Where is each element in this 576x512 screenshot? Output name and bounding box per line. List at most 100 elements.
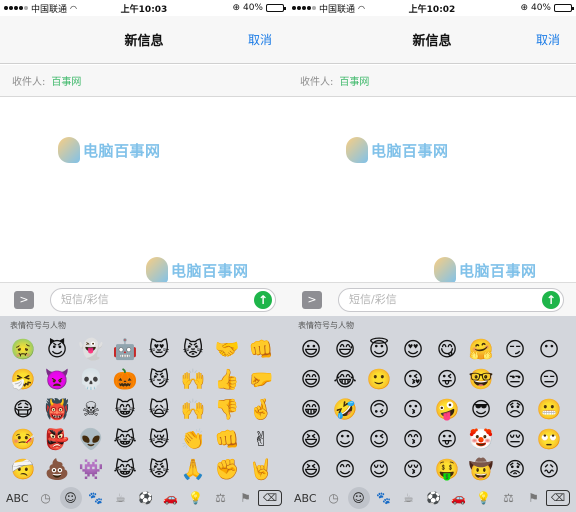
emoji-key[interactable]: 😷 xyxy=(6,394,40,424)
emoji-key[interactable]: 🙄 xyxy=(532,424,566,454)
smile-icon[interactable]: ☺ xyxy=(59,487,82,509)
emoji-key[interactable]: 😟 xyxy=(498,454,532,484)
emoji-key[interactable]: 😆 xyxy=(294,454,328,484)
emoji-key[interactable]: 😖 xyxy=(532,454,566,484)
emoji-key[interactable]: 😹 xyxy=(108,454,142,484)
emoji-key[interactable]: 😈 xyxy=(40,334,74,364)
sport-icon[interactable]: ⚽ xyxy=(423,487,445,509)
clock-icon[interactable]: ◷ xyxy=(323,487,345,509)
emoji-key[interactable]: 🙌 xyxy=(176,364,210,394)
emoji-key[interactable]: 👽 xyxy=(74,424,108,454)
emoji-key[interactable]: 😑 xyxy=(532,364,566,394)
emoji-key[interactable]: 🤛 xyxy=(244,364,278,394)
emoji-key[interactable]: 🤡 xyxy=(464,424,498,454)
send-button[interactable]: ↑ xyxy=(542,290,560,309)
emoji-key[interactable]: 😊 xyxy=(328,454,362,484)
bulb-icon[interactable]: 💡 xyxy=(473,487,495,509)
emoji-key[interactable]: 😂 xyxy=(328,364,362,394)
expand-apps-button[interactable]: > xyxy=(302,290,322,309)
emoji-key[interactable]: 👻 xyxy=(74,334,108,364)
delete-icon[interactable]: ⌫ xyxy=(546,490,570,506)
message-input[interactable] xyxy=(339,293,529,306)
emoji-key[interactable]: 😎 xyxy=(464,394,498,424)
emoji-key[interactable]: ☠ xyxy=(74,394,108,424)
emoji-key[interactable]: 👾 xyxy=(74,454,108,484)
expand-apps-button[interactable]: > xyxy=(14,290,34,309)
emoji-key[interactable]: 👏 xyxy=(176,424,210,454)
message-field[interactable]: ↑ xyxy=(50,287,276,312)
message-input[interactable] xyxy=(51,293,241,306)
delete-icon[interactable]: ⌫ xyxy=(258,490,282,506)
emoji-key[interactable]: 💩 xyxy=(40,454,74,484)
emoji-key[interactable]: 😃 xyxy=(294,334,328,364)
emoji-key[interactable]: 🙌 xyxy=(176,394,210,424)
emoji-key[interactable]: 🤠 xyxy=(464,454,498,484)
abc-button[interactable]: ABC xyxy=(294,492,317,505)
cancel-button[interactable]: 取消 xyxy=(248,31,272,48)
emoji-key[interactable]: 😬 xyxy=(532,394,566,424)
emoji-key[interactable]: 😍 xyxy=(396,334,430,364)
emoji-key[interactable]: 🤧 xyxy=(6,364,40,394)
symbol-icon[interactable]: ⚖ xyxy=(498,487,520,509)
emoji-key[interactable]: 🤣 xyxy=(328,394,362,424)
food-icon[interactable]: ☕ xyxy=(398,487,420,509)
emoji-key[interactable]: 🤒 xyxy=(6,424,40,454)
emoji-key[interactable]: 😅 xyxy=(328,334,362,364)
emoji-key[interactable]: 😒 xyxy=(498,364,532,394)
emoji-key[interactable]: 😋 xyxy=(430,334,464,364)
send-button[interactable]: ↑ xyxy=(254,290,272,309)
emoji-key[interactable]: 😗 xyxy=(396,394,430,424)
flag-icon[interactable]: ⚑ xyxy=(523,487,545,509)
emoji-key[interactable]: 😼 xyxy=(142,364,176,394)
emoji-key[interactable]: 👊 xyxy=(210,424,244,454)
emoji-key[interactable]: 😄 xyxy=(294,364,328,394)
emoji-key[interactable]: 😏 xyxy=(498,334,532,364)
emoji-key[interactable]: 🤝 xyxy=(210,334,244,364)
emoji-key[interactable]: 🙃 xyxy=(362,394,396,424)
emoji-key[interactable]: 🤞 xyxy=(244,394,278,424)
emoji-key[interactable]: ✌ xyxy=(244,424,278,454)
emoji-key[interactable]: 😆 xyxy=(294,424,328,454)
emoji-key[interactable]: 🤕 xyxy=(6,454,40,484)
emoji-key[interactable]: ✊ xyxy=(210,454,244,484)
recipient-value[interactable]: 百事网 xyxy=(339,73,369,88)
emoji-key[interactable]: 👹 xyxy=(40,394,74,424)
emoji-key[interactable]: 🤪 xyxy=(430,394,464,424)
recipient-row[interactable]: 收件人: 百事网 xyxy=(0,65,288,97)
bulb-icon[interactable]: 💡 xyxy=(185,487,207,509)
clock-icon[interactable]: ◷ xyxy=(35,487,57,509)
emoji-key[interactable]: 🤖 xyxy=(108,334,142,364)
emoji-key[interactable]: 👊 xyxy=(244,334,278,364)
emoji-key[interactable]: 👿 xyxy=(40,364,74,394)
emoji-key[interactable]: 🙂 xyxy=(362,364,396,394)
car-icon[interactable]: 🚗 xyxy=(448,487,470,509)
emoji-key[interactable]: 😙 xyxy=(396,424,430,454)
emoji-key[interactable]: 😶 xyxy=(532,334,566,364)
emoji-key[interactable]: 😔 xyxy=(498,424,532,454)
emoji-key[interactable]: 😞 xyxy=(498,394,532,424)
emoji-key[interactable]: 👺 xyxy=(40,424,74,454)
emoji-key[interactable]: 🤓 xyxy=(464,364,498,394)
recipient-row[interactable]: 收件人: 百事网 xyxy=(288,65,576,97)
car-icon[interactable]: 🚗 xyxy=(160,487,182,509)
emoji-key[interactable]: 😿 xyxy=(142,424,176,454)
abc-button[interactable]: ABC xyxy=(6,492,29,505)
emoji-key[interactable]: ☺ xyxy=(328,424,362,454)
emoji-key[interactable]: 😉 xyxy=(362,424,396,454)
cancel-button[interactable]: 取消 xyxy=(536,31,560,48)
emoji-key[interactable]: 😸 xyxy=(108,394,142,424)
symbol-icon[interactable]: ⚖ xyxy=(210,487,232,509)
emoji-key[interactable]: 😁 xyxy=(294,394,328,424)
emoji-key[interactable]: 😾 xyxy=(176,334,210,364)
emoji-key[interactable]: 😘 xyxy=(396,364,430,394)
message-field[interactable]: ↑ xyxy=(338,287,564,312)
emoji-key[interactable]: 😌 xyxy=(362,454,396,484)
emoji-key[interactable]: 🤗 xyxy=(464,334,498,364)
emoji-key[interactable]: 🎃 xyxy=(108,364,142,394)
emoji-key[interactable]: 👍 xyxy=(210,364,244,394)
animal-icon[interactable]: 🐾 xyxy=(373,487,395,509)
emoji-key[interactable]: 👎 xyxy=(210,394,244,424)
smile-icon[interactable]: ☺ xyxy=(347,487,370,509)
emoji-key[interactable]: 😾 xyxy=(142,454,176,484)
emoji-key[interactable]: 🙀 xyxy=(142,394,176,424)
